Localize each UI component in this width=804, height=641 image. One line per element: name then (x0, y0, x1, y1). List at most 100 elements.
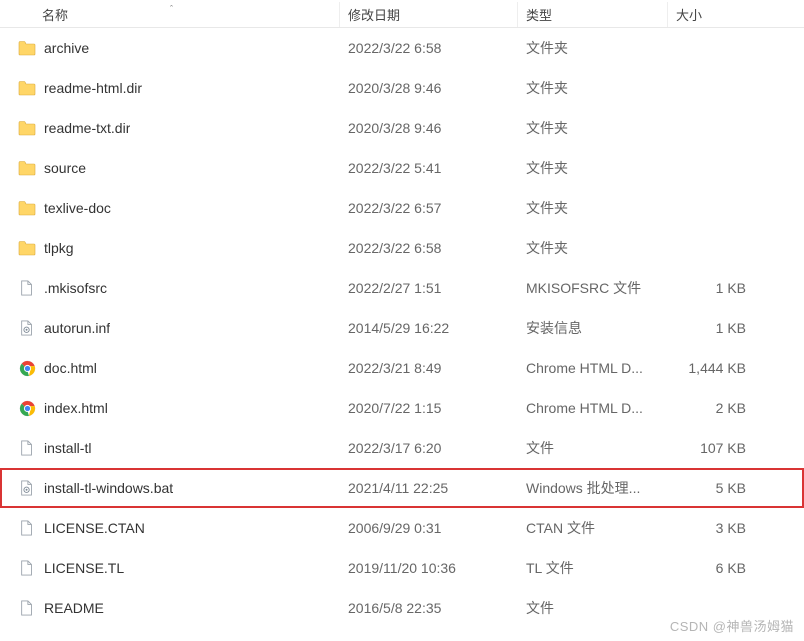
column-header-date[interactable]: 修改日期 (340, 2, 518, 27)
file-date-cell: 2022/3/22 6:58 (340, 240, 518, 256)
column-header-size[interactable]: 大小 (668, 2, 768, 27)
file-name-label: README (44, 600, 104, 616)
file-name-cell[interactable]: tlpkg (0, 239, 340, 257)
file-row[interactable]: archive2022/3/22 6:58文件夹 (0, 28, 804, 68)
file-size-cell: 1 KB (668, 280, 768, 296)
file-name-cell[interactable]: README (0, 599, 340, 617)
folder-icon (18, 39, 36, 57)
file-name-cell[interactable]: install-tl-windows.bat (0, 479, 340, 497)
file-row[interactable]: install-tl-windows.bat 2021/4/11 22:25Win… (0, 468, 804, 508)
file-date-cell: 2020/3/28 9:46 (340, 120, 518, 136)
file-type-cell: 文件夹 (518, 238, 668, 258)
file-type-cell: Windows 批处理... (518, 478, 668, 498)
file-size-cell: 6 KB (668, 560, 768, 576)
file-type-cell: 文件 (518, 598, 668, 618)
file-name-cell[interactable]: archive (0, 39, 340, 57)
file-name-cell[interactable]: source (0, 159, 340, 177)
file-icon (18, 519, 36, 537)
sort-ascending-icon: ˆ (170, 4, 173, 14)
file-name-label: LICENSE.CTAN (44, 520, 145, 536)
file-row[interactable]: tlpkg 2022/3/22 6:58文件夹 (0, 228, 804, 268)
file-name-label: install-tl (44, 440, 91, 456)
file-name-label: .mkisofsrc (44, 280, 107, 296)
file-name-cell[interactable]: LICENSE.CTAN (0, 519, 340, 537)
column-header-row: 名称 ˆ 修改日期 类型 大小 (0, 0, 804, 28)
file-name-cell[interactable]: readme-txt.dir (0, 119, 340, 137)
file-date-cell: 2019/11/20 10:36 (340, 560, 518, 576)
file-row[interactable]: README 2016/5/8 22:35文件 (0, 588, 804, 628)
file-type-cell: 文件夹 (518, 158, 668, 178)
file-date-cell: 2014/5/29 16:22 (340, 320, 518, 336)
file-date-cell: 2022/3/22 6:57 (340, 200, 518, 216)
file-icon (18, 439, 36, 457)
file-size-cell: 107 KB (668, 440, 768, 456)
file-name-label: index.html (44, 400, 108, 416)
file-date-cell: 2022/3/17 6:20 (340, 440, 518, 456)
file-size-cell: 3 KB (668, 520, 768, 536)
file-name-cell[interactable]: autorun.inf (0, 319, 340, 337)
file-date-cell: 2016/5/8 22:35 (340, 600, 518, 616)
column-header-name[interactable]: 名称 ˆ (0, 2, 340, 27)
folder-icon (18, 159, 36, 177)
file-row[interactable]: readme-html.dir2020/3/28 9:46文件夹 (0, 68, 804, 108)
file-type-cell: CTAN 文件 (518, 518, 668, 538)
column-header-type-label: 类型 (526, 5, 552, 24)
folder-icon (18, 239, 36, 257)
file-row[interactable]: texlive-doc 2022/3/22 6:57文件夹 (0, 188, 804, 228)
file-name-cell[interactable]: .mkisofsrc (0, 279, 340, 297)
file-row[interactable]: source 2022/3/22 5:41文件夹 (0, 148, 804, 188)
folder-icon (18, 119, 36, 137)
file-row[interactable]: LICENSE.CTAN 2006/9/29 0:31CTAN 文件3 KB (0, 508, 804, 548)
file-name-cell[interactable]: readme-html.dir (0, 79, 340, 97)
file-date-cell: 2022/3/22 6:58 (340, 40, 518, 56)
file-name-cell[interactable]: install-tl (0, 439, 340, 457)
folder-icon (18, 79, 36, 97)
file-name-cell[interactable]: texlive-doc (0, 199, 340, 217)
file-type-cell: 文件夹 (518, 198, 668, 218)
file-row[interactable]: doc.html2022/3/21 8:49Chrome HTML D...1,… (0, 348, 804, 388)
file-row[interactable]: install-tl 2022/3/17 6:20文件107 KB (0, 428, 804, 468)
file-icon (18, 599, 36, 617)
file-icon (18, 279, 36, 297)
file-name-label: tlpkg (44, 240, 74, 256)
folder-icon (18, 199, 36, 217)
file-name-cell[interactable]: LICENSE.TL (0, 559, 340, 577)
file-type-cell: 文件夹 (518, 118, 668, 138)
file-icon (18, 559, 36, 577)
file-row[interactable]: LICENSE.TL2019/11/20 10:36TL 文件6 KB (0, 548, 804, 588)
file-date-cell: 2020/3/28 9:46 (340, 80, 518, 96)
file-type-cell: Chrome HTML D... (518, 360, 668, 376)
chrome-icon (18, 359, 36, 377)
file-name-cell[interactable]: doc.html (0, 359, 340, 377)
file-type-cell: 安装信息 (518, 318, 668, 338)
file-type-cell: 文件夹 (518, 78, 668, 98)
file-name-label: LICENSE.TL (44, 560, 124, 576)
column-header-date-label: 修改日期 (348, 5, 400, 24)
file-name-label: source (44, 160, 86, 176)
file-name-label: readme-txt.dir (44, 120, 130, 136)
file-row[interactable]: readme-txt.dir 2020/3/28 9:46文件夹 (0, 108, 804, 148)
file-row[interactable]: autorun.inf2014/5/29 16:22安装信息1 KB (0, 308, 804, 348)
file-type-cell: 文件 (518, 438, 668, 458)
file-date-cell: 2006/9/29 0:31 (340, 520, 518, 536)
file-date-cell: 2022/3/22 5:41 (340, 160, 518, 176)
file-date-cell: 2021/4/11 22:25 (340, 480, 518, 496)
column-header-type[interactable]: 类型 (518, 2, 668, 27)
file-date-cell: 2022/3/21 8:49 (340, 360, 518, 376)
column-header-name-label: 名称 (42, 5, 68, 24)
file-name-cell[interactable]: index.html (0, 399, 340, 417)
file-type-cell: MKISOFSRC 文件 (518, 278, 668, 298)
file-name-label: doc.html (44, 360, 97, 376)
file-date-cell: 2022/2/27 1:51 (340, 280, 518, 296)
file-name-label: texlive-doc (44, 200, 111, 216)
file-size-cell: 2 KB (668, 400, 768, 416)
file-list: archive2022/3/22 6:58文件夹readme-html.dir2… (0, 28, 804, 628)
file-row[interactable]: .mkisofsrc 2022/2/27 1:51MKISOFSRC 文件1 KB (0, 268, 804, 308)
settings-file-icon (18, 479, 36, 497)
file-type-cell: Chrome HTML D... (518, 400, 668, 416)
file-date-cell: 2020/7/22 1:15 (340, 400, 518, 416)
file-name-label: archive (44, 40, 89, 56)
file-name-label: autorun.inf (44, 320, 110, 336)
file-name-label: install-tl-windows.bat (44, 480, 173, 496)
file-row[interactable]: index.html 2020/7/22 1:15Chrome HTML D...… (0, 388, 804, 428)
